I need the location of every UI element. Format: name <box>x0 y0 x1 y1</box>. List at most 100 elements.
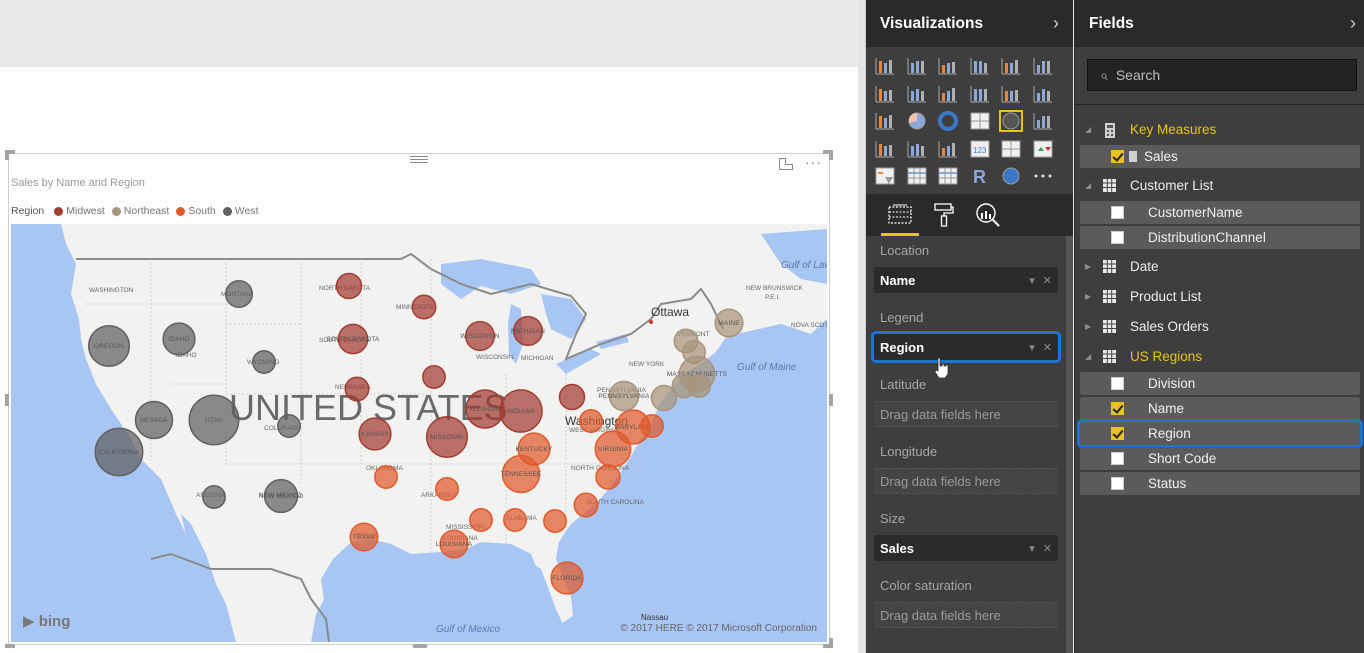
field-sales[interactable]: Sales <box>1080 145 1360 168</box>
remove-field-icon[interactable]: ✕ <box>1043 543 1052 555</box>
multirow-card-icon[interactable] <box>999 138 1023 160</box>
resize-handle-top-right-v[interactable] <box>829 150 833 160</box>
more-icon[interactable] <box>1031 165 1055 187</box>
kpi-icon[interactable] <box>1031 138 1055 160</box>
donut-icon[interactable] <box>936 110 960 132</box>
well-legend[interactable]: Region ▾ ✕ <box>871 331 1061 363</box>
well-latitude[interactable]: Drag data fields here <box>874 401 1058 427</box>
dropdown-arrow-icon[interactable]: ▾ <box>1029 275 1035 287</box>
collapse-arrow-icon[interactable]: ◢ <box>1085 352 1099 361</box>
dropdown-arrow-icon[interactable]: ▾ <box>1029 543 1035 555</box>
resize-handle-bottom-left[interactable] <box>5 644 15 648</box>
collapse-fields-icon[interactable]: › <box>1350 13 1356 34</box>
pie-icon[interactable] <box>905 110 929 132</box>
field-checkbox[interactable] <box>1111 427 1124 440</box>
bubble-rhode-island[interactable] <box>687 374 711 398</box>
well-size[interactable]: Sales ▾ ✕ <box>874 535 1058 561</box>
globe-icon[interactable] <box>999 165 1023 187</box>
gauge-icon[interactable] <box>936 138 960 160</box>
canvas-scrollbar[interactable] <box>858 0 866 653</box>
card-icon[interactable]: 123 <box>968 138 992 160</box>
bubble-north-dakota[interactable] <box>335 272 363 300</box>
stacked-area-icon[interactable] <box>936 83 960 105</box>
bubble-south-carolina[interactable] <box>573 492 599 518</box>
table-us-regions[interactable]: ◢ US Regions <box>1075 341 1364 371</box>
bubble-arkansas[interactable] <box>435 477 459 501</box>
expand-arrow-icon[interactable]: ▶ <box>1085 262 1099 271</box>
legend-item-south[interactable]: South <box>176 205 216 217</box>
field-checkbox[interactable] <box>1111 206 1124 219</box>
map-canvas[interactable]: WASHINGTON MONTANA NORTH DAKOTA MINNESOT… <box>11 224 827 642</box>
r-visual-icon[interactable]: R <box>968 165 992 187</box>
dropdown-arrow-icon[interactable]: ▾ <box>1029 342 1035 354</box>
wells-scrollbar[interactable] <box>1066 236 1073 653</box>
field-short-code[interactable]: Short Code <box>1080 447 1360 470</box>
bubble-delaware[interactable] <box>640 414 664 438</box>
line-clustered-column-icon[interactable] <box>999 83 1023 105</box>
resize-handle-right[interactable] <box>829 394 833 406</box>
bubble-arizona[interactable] <box>202 485 226 509</box>
resize-handle-top-left-v[interactable] <box>5 150 9 160</box>
line-chart-icon[interactable] <box>873 83 897 105</box>
field-division[interactable]: Division <box>1080 372 1360 395</box>
clustered-bar-icon[interactable] <box>936 55 960 77</box>
well-color-saturation[interactable]: Drag data fields here <box>874 602 1058 628</box>
tab-format[interactable] <box>922 194 966 236</box>
field-checkbox[interactable] <box>1111 231 1124 244</box>
bubble-oklahoma[interactable] <box>374 465 398 489</box>
filled-map-icon[interactable] <box>1031 110 1055 132</box>
treemap-icon[interactable] <box>968 110 992 132</box>
bubble-west-virginia[interactable] <box>579 409 603 433</box>
collapse-arrow-icon[interactable]: ◢ <box>1085 181 1099 190</box>
map-icon[interactable] <box>999 110 1023 132</box>
table-customer-list[interactable]: ◢ Customer List <box>1075 170 1364 200</box>
scatter-icon[interactable] <box>873 110 897 132</box>
funnel-icon[interactable] <box>905 138 929 160</box>
collapse-arrow-icon[interactable]: ◢ <box>1085 125 1099 134</box>
well-longitude[interactable]: Drag data fields here <box>874 468 1058 494</box>
bubble-wyoming[interactable] <box>252 350 276 374</box>
field-checkbox[interactable] <box>1111 477 1124 490</box>
clustered-column-icon[interactable] <box>968 55 992 77</box>
drag-grip-icon[interactable] <box>410 154 428 164</box>
shape-map-icon[interactable] <box>873 138 897 160</box>
fields-search-input[interactable]: ⌕ Search <box>1087 59 1357 91</box>
bubble-colorado[interactable] <box>277 414 301 438</box>
legend-item-west[interactable]: West <box>222 205 259 217</box>
field-checkbox[interactable] <box>1111 150 1124 163</box>
table-icon[interactable] <box>905 165 929 187</box>
expand-arrow-icon[interactable]: ▶ <box>1085 292 1099 301</box>
bubble-nebraska[interactable] <box>344 376 370 402</box>
expand-arrow-icon[interactable]: ▶ <box>1085 322 1099 331</box>
ribbon-chart-icon[interactable] <box>1031 83 1055 105</box>
bubble-ohio[interactable] <box>558 383 586 411</box>
bubble-minnesota[interactable] <box>411 294 437 320</box>
table-product-list[interactable]: ▶ Product List <box>1075 281 1364 311</box>
remove-field-icon[interactable]: ✕ <box>1043 275 1052 287</box>
field-checkbox[interactable] <box>1111 452 1124 465</box>
table-date[interactable]: ▶ Date <box>1075 251 1364 281</box>
table-sales-orders[interactable]: ▶ Sales Orders <box>1075 311 1364 341</box>
bubble-iowa[interactable] <box>422 365 446 389</box>
bubble-alabama[interactable] <box>503 508 527 532</box>
stacked-bar-icon[interactable] <box>873 55 897 77</box>
tab-fields[interactable] <box>878 194 922 236</box>
resize-handle-bottom[interactable] <box>413 644 427 648</box>
field-checkbox[interactable] <box>1111 377 1124 390</box>
area-chart-icon[interactable] <box>905 83 929 105</box>
resize-handle-bottom-right-v[interactable] <box>829 638 833 648</box>
collapse-visualizations-icon[interactable]: › <box>1053 13 1059 34</box>
well-location[interactable]: Name ▾ ✕ <box>874 267 1058 293</box>
bing-map[interactable]: WASHINGTON MONTANA NORTH DAKOTA MINNESOT… <box>11 224 827 642</box>
table-key-measures[interactable]: ◢ Key Measures <box>1075 114 1364 144</box>
bubble-north-carolina[interactable] <box>595 464 621 490</box>
remove-field-icon[interactable]: ✕ <box>1043 342 1052 354</box>
resize-handle-left[interactable] <box>5 394 9 406</box>
line-column-icon[interactable] <box>968 83 992 105</box>
tab-analytics[interactable] <box>966 194 1010 236</box>
field-region[interactable]: Region <box>1077 419 1363 448</box>
field-customername[interactable]: CustomerName <box>1080 201 1360 224</box>
map-visual[interactable]: ··· Sales by Name and Region Region Midw… <box>5 150 833 648</box>
bubble-montana[interactable] <box>224 279 254 309</box>
100-stacked-column-icon[interactable] <box>1031 55 1055 77</box>
